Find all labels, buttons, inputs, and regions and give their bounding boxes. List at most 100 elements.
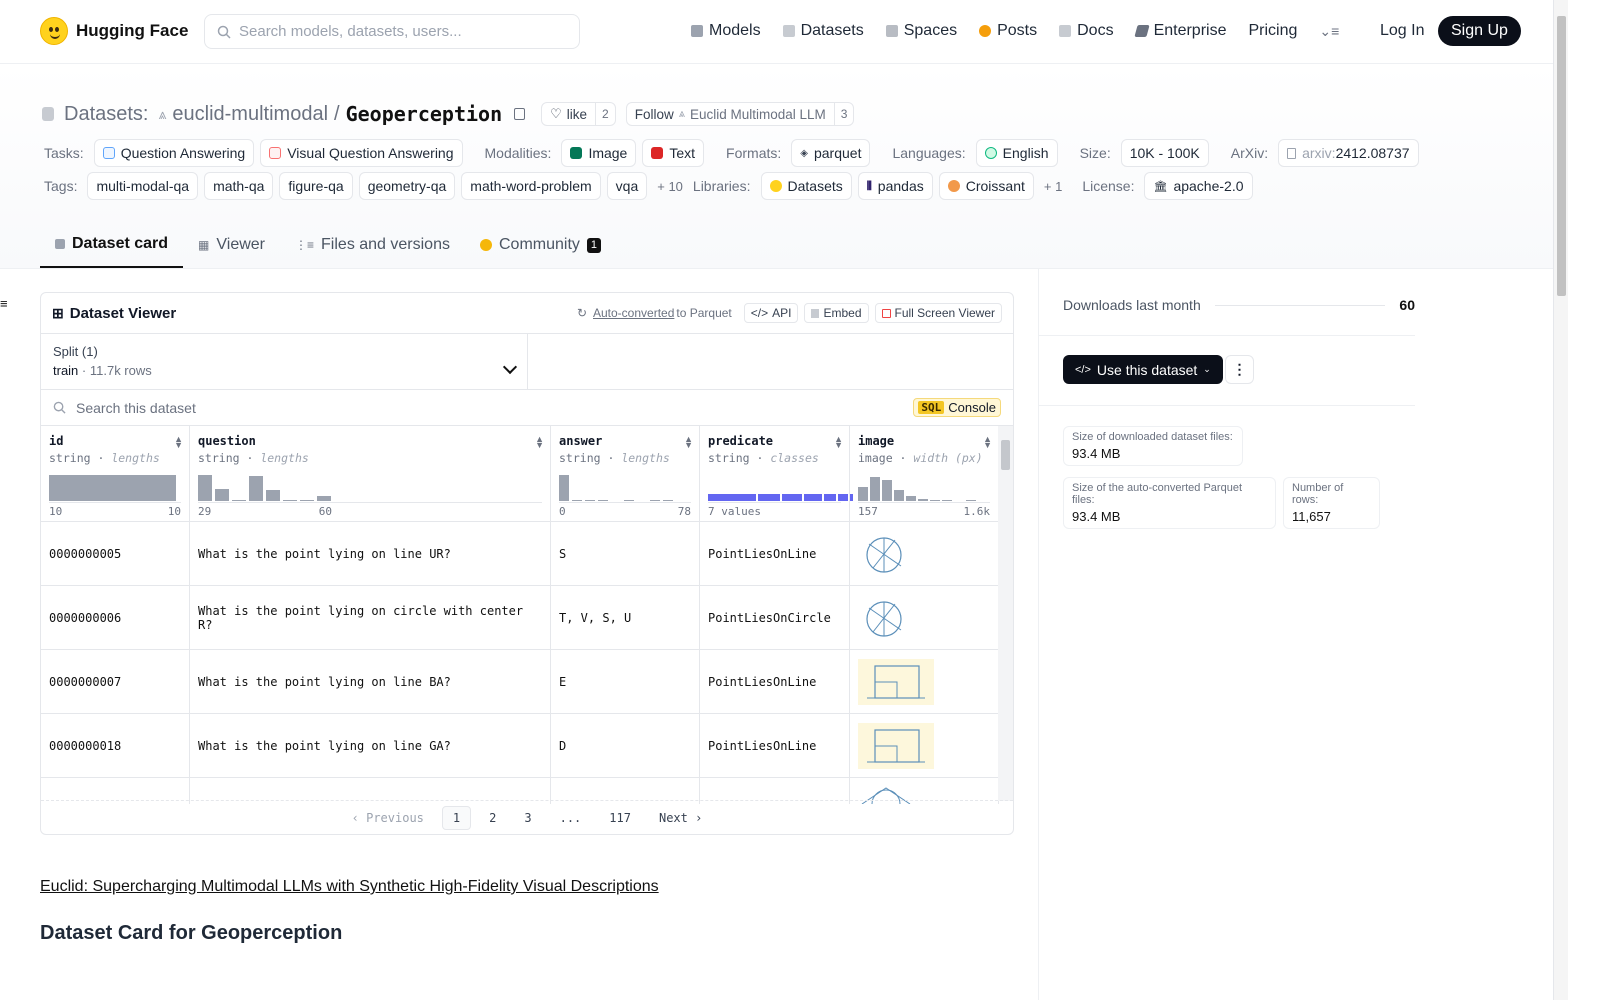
format-parquet[interactable]: ◈ parquet: [791, 139, 871, 167]
cell-predicate[interactable]: PointLiesOnLine: [700, 650, 850, 713]
libraries-more[interactable]: + 1: [1044, 179, 1062, 194]
nav-models[interactable]: Models: [680, 16, 772, 46]
sort-icon[interactable]: ▲ ▼: [983, 435, 992, 450]
signup-button[interactable]: Sign Up: [1438, 16, 1521, 46]
follow-button[interactable]: Follow ⩓ Euclid Multimodal LLM 3: [625, 102, 855, 126]
tag-item[interactable]: vqa: [606, 172, 648, 200]
task-visual-question-answering[interactable]: Visual Question Answering: [260, 139, 463, 167]
tab-dataset-card[interactable]: Dataset card: [40, 222, 184, 268]
sort-icon[interactable]: ▲ ▼: [535, 435, 544, 450]
tag-item[interactable]: math-word-problem: [461, 172, 601, 200]
api-button[interactable]: </> API: [743, 303, 799, 323]
hf-logo[interactable]: Hugging Face: [40, 17, 188, 45]
tab-viewer[interactable]: ▦ Viewer: [183, 222, 280, 268]
login-link[interactable]: Log In: [1370, 20, 1434, 42]
toc-toggle-icon[interactable]: ≡: [0, 296, 8, 311]
cell-question[interactable]: What is the point lying on line UR?: [190, 522, 551, 585]
cell-id[interactable]: 0000000005: [41, 522, 190, 585]
sort-icon[interactable]: ▲ ▼: [684, 435, 693, 450]
page-scrollbar[interactable]: [1553, 0, 1568, 1000]
embed-button[interactable]: Embed: [804, 303, 869, 323]
cell-predicate[interactable]: PointLiesOnCircle: [700, 586, 850, 649]
geometry-thumbnail[interactable]: [858, 595, 910, 641]
geometry-thumbnail[interactable]: [858, 658, 934, 705]
cell-question[interactable]: What is the point lying on circle with c…: [190, 586, 551, 649]
cell-image[interactable]: [850, 522, 999, 585]
tag-item[interactable]: geometry-qa: [358, 172, 456, 200]
global-search[interactable]: [204, 14, 580, 49]
tab-files[interactable]: ⋮≡ Files and versions: [280, 222, 465, 268]
next-page-button[interactable]: Next ›: [649, 807, 712, 829]
geometry-thumbnail[interactable]: [858, 531, 910, 577]
language-english[interactable]: English: [975, 139, 1058, 167]
page-button-2[interactable]: 2: [479, 807, 506, 829]
dataset-search-input[interactable]: [76, 399, 904, 416]
nav-datasets[interactable]: Datasets: [772, 16, 875, 46]
table-row[interactable]: 0000000006 What is the point lying on ci…: [41, 586, 999, 650]
page-button-3[interactable]: 3: [514, 807, 541, 829]
library-croissant[interactable]: Croissant: [938, 172, 1034, 200]
split-selector[interactable]: Split (1) train · 11.7k rows: [41, 334, 528, 389]
auto-converted-link[interactable]: Auto-converted: [593, 306, 674, 320]
arxiv-tag[interactable]: arxiv: 2412.08737: [1278, 139, 1419, 167]
nav-pricing[interactable]: Pricing: [1237, 16, 1308, 46]
cell-image[interactable]: [850, 714, 999, 777]
modality-image[interactable]: Image: [561, 139, 637, 167]
nav-enterprise[interactable]: Enterprise: [1125, 16, 1238, 46]
cell-answer[interactable]: D: [551, 714, 700, 777]
cell-id[interactable]: 0000000007: [41, 650, 190, 713]
cell-question[interactable]: What is the point lying on line BA?: [190, 650, 551, 713]
license-tag[interactable]: 🏛 apache-2.0: [1144, 172, 1253, 200]
global-search-input[interactable]: [239, 23, 559, 40]
cell-predicate[interactable]: PointLiesOnLine: [700, 522, 850, 585]
column-header-predicate[interactable]: predicate string · classes ▲ ▼ 7 values: [700, 426, 853, 521]
copy-icon[interactable]: [514, 108, 526, 120]
prev-page-button[interactable]: ‹ Previous: [342, 807, 434, 829]
scroll-thumb[interactable]: [1001, 440, 1010, 470]
tab-community[interactable]: Community 1: [465, 222, 616, 268]
sql-console-button[interactable]: SQL Console: [913, 398, 1001, 417]
page-scroll-thumb[interactable]: [1557, 16, 1566, 296]
tags-more[interactable]: + 10: [657, 179, 683, 194]
grid-scrollbar[interactable]: [998, 426, 1013, 801]
nav-spaces[interactable]: Spaces: [875, 16, 968, 46]
nav-posts[interactable]: Posts: [968, 16, 1048, 46]
cell-answer[interactable]: S: [551, 522, 700, 585]
dataset-name[interactable]: Geoperception: [346, 102, 503, 126]
nav-docs[interactable]: Docs: [1048, 16, 1124, 46]
size-tag[interactable]: 10K - 100K: [1120, 139, 1209, 167]
paper-link[interactable]: Euclid: Supercharging Multimodal LLMs wi…: [40, 878, 659, 896]
org-link[interactable]: euclid-multimodal: [172, 103, 328, 126]
column-header-question[interactable]: question string · lengths ▲ ▼ 29 60: [190, 426, 551, 521]
like-button[interactable]: ♡ like 2: [541, 102, 616, 126]
cell-image[interactable]: [850, 650, 999, 713]
task-question-answering[interactable]: Question Answering: [93, 139, 255, 167]
cell-id[interactable]: 0000000006: [41, 586, 190, 649]
sort-icon[interactable]: ▲ ▼: [174, 435, 183, 450]
cell-answer[interactable]: E: [551, 650, 700, 713]
nav-more-menu[interactable]: ⌄≡: [1308, 17, 1350, 46]
page-button-1[interactable]: 1: [441, 805, 472, 830]
table-row[interactable]: 0000000018 What is the point lying on li…: [41, 714, 999, 778]
cell-predicate[interactable]: PointLiesOnLine: [700, 714, 850, 777]
column-header-id[interactable]: id string · lengths ▲ ▼ 10 10: [41, 426, 190, 521]
geometry-thumbnail[interactable]: [858, 722, 934, 769]
tag-item[interactable]: math-qa: [204, 172, 274, 200]
tag-item[interactable]: multi-modal-qa: [87, 172, 199, 200]
table-row[interactable]: 0000000007 What is the point lying on li…: [41, 650, 999, 714]
table-row[interactable]: 0000000005 What is the point lying on li…: [41, 522, 999, 586]
dataset-search[interactable]: SQLConsole: [41, 390, 1013, 426]
full-screen-button[interactable]: Full Screen Viewer: [874, 303, 1002, 323]
use-dataset-button[interactable]: </> Use this dataset ⌄: [1063, 355, 1223, 384]
column-header-image[interactable]: image image · width (px) ▲ ▼ 157 1.6k: [850, 426, 999, 521]
tag-item[interactable]: figure-qa: [279, 172, 353, 200]
sort-icon[interactable]: ▲ ▼: [834, 435, 843, 450]
column-header-answer[interactable]: answer string · lengths ▲ ▼ 0 78: [551, 426, 700, 521]
more-options-button[interactable]: ⋮: [1225, 355, 1254, 384]
modality-text[interactable]: Text: [642, 139, 705, 167]
library-pandas[interactable]: ⫴ pandas: [857, 172, 933, 200]
cell-image[interactable]: [850, 586, 999, 649]
cell-id[interactable]: 0000000018: [41, 714, 190, 777]
page-button-last[interactable]: 117: [599, 807, 641, 829]
cell-answer[interactable]: T, V, S, U: [551, 586, 700, 649]
